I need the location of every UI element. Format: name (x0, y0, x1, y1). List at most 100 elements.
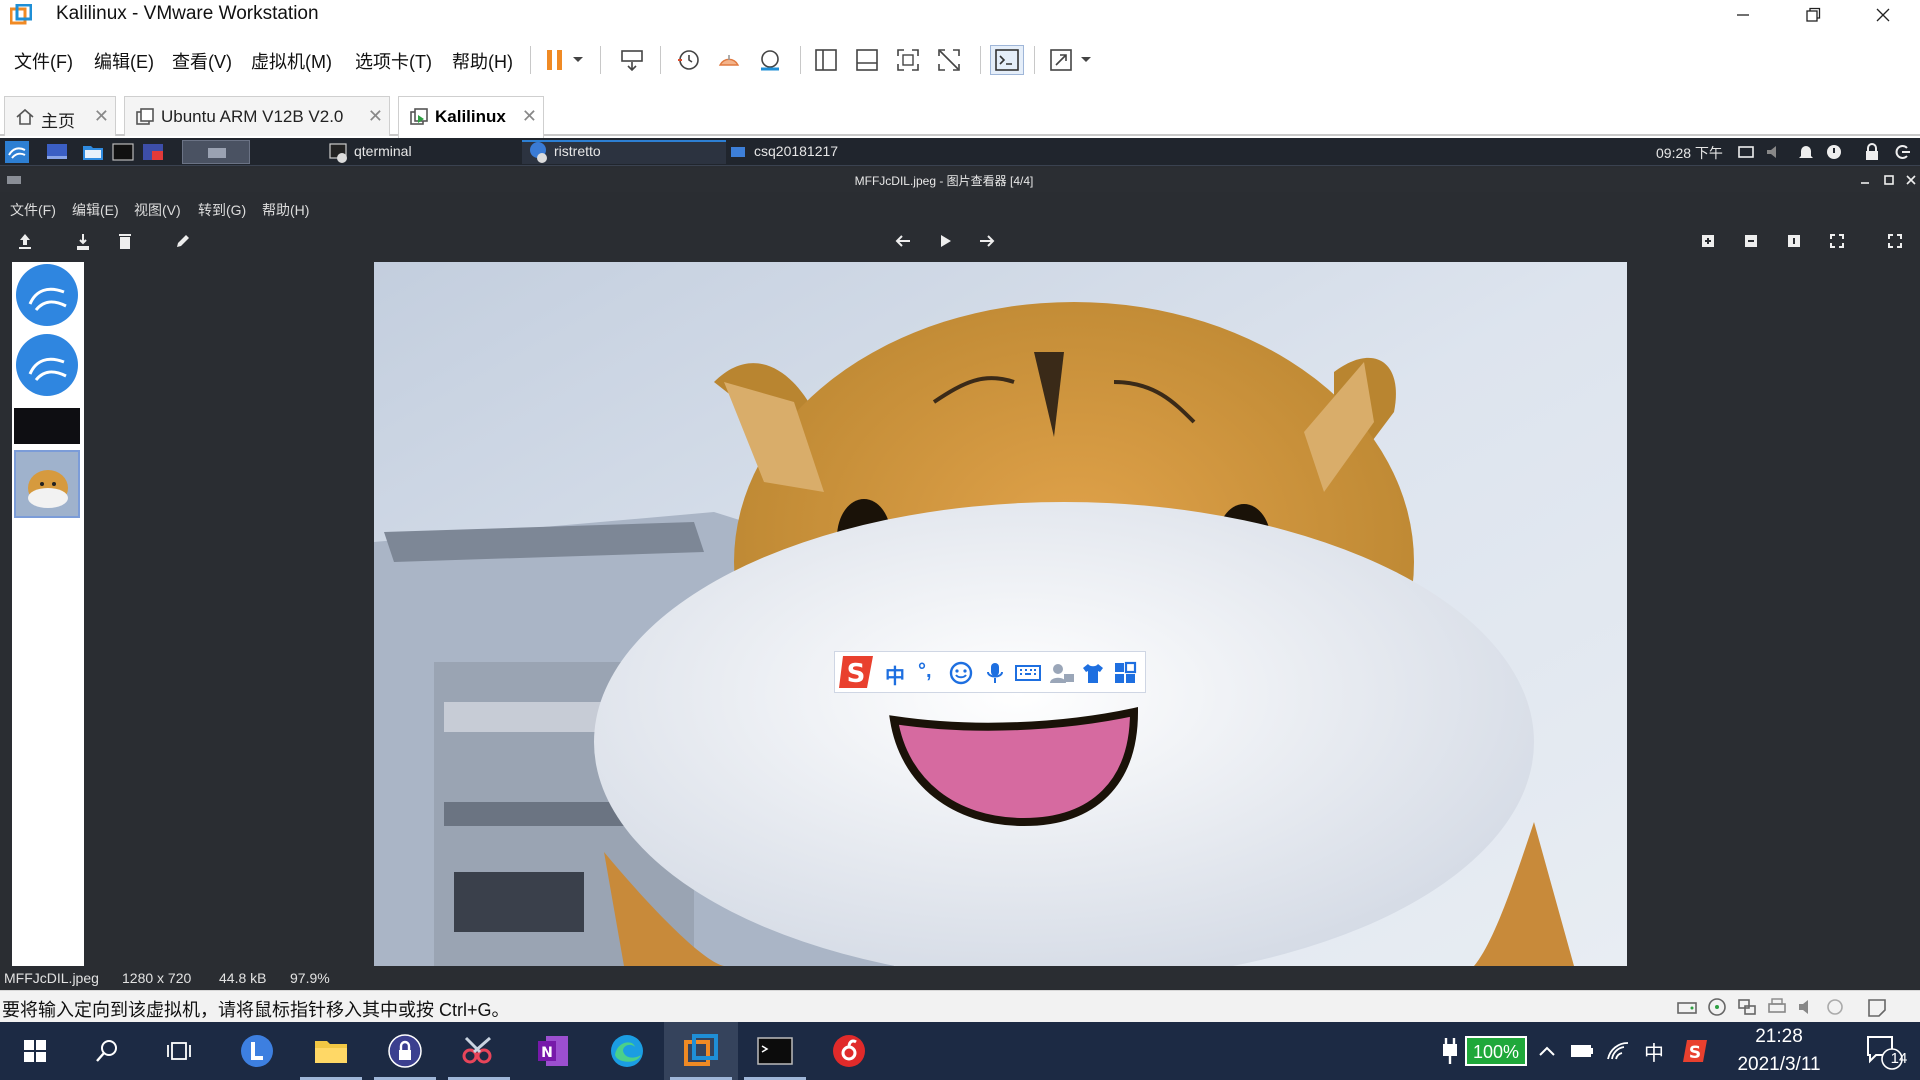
zoom-out-button[interactable] (1740, 230, 1762, 252)
taskbar-snipping-tool[interactable] (442, 1022, 516, 1080)
task-qterminal[interactable]: qterminal (354, 143, 412, 159)
previous-button[interactable] (892, 230, 914, 252)
taskbar-file-explorer[interactable] (294, 1022, 368, 1080)
viewer-minimize-icon[interactable] (1860, 175, 1870, 185)
task-ristretto[interactable]: ristretto (554, 143, 601, 159)
taskbar-netease-music[interactable] (812, 1022, 886, 1080)
menu-vm[interactable]: 虚拟机(M) (251, 48, 332, 74)
show-hidden-icons-button[interactable] (1534, 1022, 1560, 1080)
notification-bell-icon[interactable] (1796, 140, 1816, 164)
keyboard-icon[interactable] (1015, 661, 1041, 685)
viewer-menu-file[interactable]: 文件(F) (10, 200, 56, 220)
search-button[interactable] (72, 1022, 142, 1080)
message-log-icon[interactable] (1866, 997, 1888, 1017)
battery-tray-icon[interactable] (1568, 1022, 1596, 1080)
wifi-tray-icon[interactable] (1604, 1022, 1632, 1080)
logout-icon[interactable] (1892, 140, 1912, 164)
skin-icon[interactable] (1081, 661, 1105, 685)
menu-edit[interactable]: 编辑(E) (94, 48, 154, 74)
kali-menu-icon[interactable] (4, 140, 30, 164)
kali-clock[interactable]: 09:28 下午 (1656, 143, 1723, 163)
sogou-tray-icon[interactable]: S (1680, 1022, 1712, 1080)
microphone-icon[interactable] (983, 661, 1007, 685)
taskbar-app-l[interactable] (220, 1022, 294, 1080)
menu-view[interactable]: 查看(V) (172, 48, 232, 74)
ime-punctuation[interactable]: °, (918, 660, 932, 683)
stretch-dropdown[interactable] (1076, 45, 1096, 75)
power-plug-icon[interactable] (1436, 1022, 1464, 1080)
zoom-fit-button[interactable] (1826, 230, 1848, 252)
viewer-fullscreen-button[interactable] (1884, 230, 1906, 252)
zoom-in-button[interactable] (1697, 230, 1719, 252)
start-button[interactable] (0, 1022, 70, 1080)
thumbnail-2[interactable] (14, 332, 80, 398)
tab-kalilinux-close-icon[interactable]: ✕ (522, 106, 537, 127)
browser-launcher-icon[interactable] (140, 140, 166, 164)
send-ctrl-alt-del-button[interactable] (617, 45, 647, 75)
tab-home-close-icon[interactable]: ✕ (94, 106, 109, 127)
close-button[interactable] (1848, 0, 1918, 30)
pause-button[interactable] (540, 45, 570, 75)
task-view-button[interactable] (144, 1022, 214, 1080)
fullscreen-button[interactable] (893, 45, 923, 75)
terminal-launcher-icon[interactable] (110, 140, 136, 164)
hard-disk-icon[interactable] (1676, 997, 1698, 1017)
edit-button[interactable] (172, 230, 194, 252)
snapshot-button[interactable] (673, 45, 703, 75)
tab-home[interactable]: 主页 ✕ (4, 96, 116, 136)
printer-icon[interactable] (1766, 997, 1788, 1017)
emoji-icon[interactable] (949, 661, 973, 685)
menu-file[interactable]: 文件(F) (14, 48, 73, 74)
lock-screen-icon[interactable] (1862, 140, 1882, 164)
ime-toolbar[interactable]: S 中 °, (834, 651, 1146, 693)
task-ristretto-active[interactable] (522, 140, 726, 164)
sound-card-icon[interactable] (1796, 997, 1818, 1017)
main-image[interactable] (374, 262, 1627, 966)
delete-button[interactable] (114, 230, 136, 252)
tab-ubuntu[interactable]: Ubuntu ARM V12B V2.0 ✕ (124, 96, 390, 136)
workspace-switcher[interactable] (182, 140, 250, 164)
action-center-button[interactable]: 14 (1854, 1022, 1914, 1080)
guest-screen[interactable]: qterminal ristretto csq20181217 09:28 下午… (0, 138, 1920, 990)
save-copy-button[interactable] (72, 230, 94, 252)
stretch-guest-button[interactable] (1046, 45, 1076, 75)
ime-mode-chinese[interactable]: 中 (885, 660, 905, 689)
usb-device-icon[interactable] (1824, 997, 1846, 1017)
viewer-menu-view[interactable]: 视图(V) (134, 200, 181, 220)
viewer-close-icon[interactable] (1906, 175, 1916, 185)
battery-indicator[interactable]: 100% (1462, 1022, 1530, 1080)
thumbnail-1[interactable] (14, 262, 80, 328)
viewer-menu-go[interactable]: 转到(G) (198, 200, 246, 220)
menu-help[interactable]: 帮助(H) (452, 48, 513, 74)
taskbar-edge[interactable] (590, 1022, 664, 1080)
minimize-button[interactable] (1708, 0, 1778, 30)
slideshow-button[interactable] (934, 230, 956, 252)
restore-button[interactable] (1778, 0, 1848, 30)
task-csq20181217[interactable]: csq20181217 (754, 143, 838, 159)
user-icon[interactable] (1049, 661, 1075, 685)
cd-dvd-icon[interactable] (1706, 997, 1728, 1017)
network-adapter-icon[interactable] (1736, 997, 1758, 1017)
volume-icon[interactable] (1764, 140, 1784, 164)
power-dropdown[interactable] (568, 45, 588, 75)
taskbar-terminal[interactable] (738, 1022, 812, 1080)
show-desktop-icon[interactable] (44, 140, 70, 164)
thumbnail-bar-button[interactable] (852, 45, 882, 75)
power-menu-icon[interactable] (1824, 140, 1844, 164)
toolbox-icon[interactable] (1113, 661, 1137, 685)
display-icon[interactable] (1736, 140, 1756, 164)
thumbnail-4-selected[interactable] (14, 450, 80, 518)
taskbar-onenote[interactable]: N (516, 1022, 590, 1080)
next-button[interactable] (976, 230, 998, 252)
sogou-logo-icon[interactable]: S (837, 652, 877, 692)
revert-snapshot-button[interactable] (714, 45, 744, 75)
zoom-100-button[interactable] (1783, 230, 1805, 252)
viewer-maximize-icon[interactable] (1884, 175, 1894, 185)
viewer-menu-help[interactable]: 帮助(H) (262, 200, 309, 220)
input-language[interactable]: 中 (1640, 1022, 1668, 1080)
console-view-button[interactable] (990, 45, 1024, 75)
taskbar-vmware[interactable] (664, 1022, 738, 1080)
thumbnail-3[interactable] (14, 408, 80, 444)
show-library-button[interactable] (811, 45, 841, 75)
menu-tabs[interactable]: 选项卡(T) (355, 48, 432, 74)
